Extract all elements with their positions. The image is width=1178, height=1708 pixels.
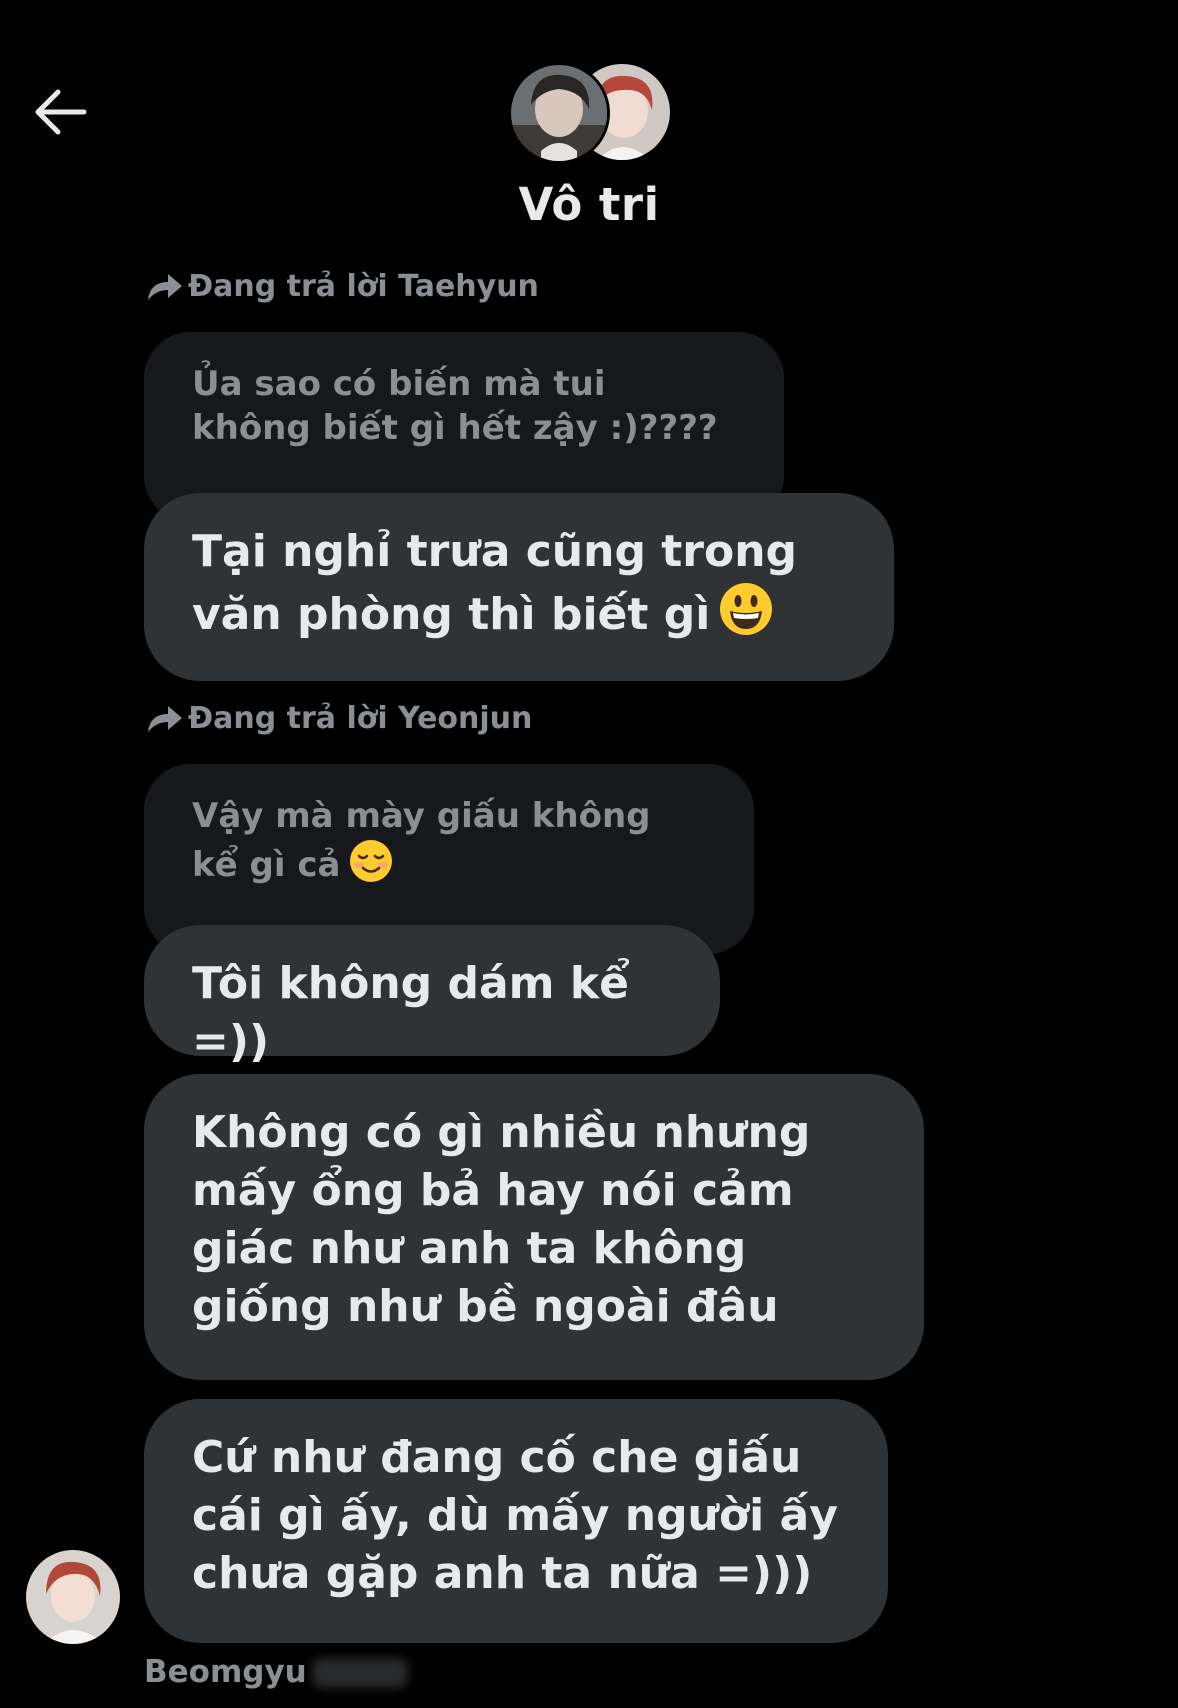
sender-name: Beomgyu (144, 1654, 307, 1690)
arrow-left-icon (35, 89, 87, 135)
reply-arrow-icon (144, 698, 184, 738)
blurred-timestamp (312, 1658, 408, 1688)
group-avatars[interactable] (508, 62, 670, 164)
message-bubble[interactable]: Cứ như đang cố che giấu cái gì ấy, dù mấ… (144, 1399, 888, 1643)
sender-avatar[interactable] (26, 1550, 120, 1644)
reply-label-text: Đang trả lời Yeonjun (188, 700, 533, 736)
message-text: Không có gì nhiều nhưng mấy ổng bả hay n… (192, 1107, 811, 1332)
message-bubble[interactable]: Tại nghỉ trưa cũng trong văn phòng thì b… (144, 493, 894, 681)
grinning-face-emoji (718, 581, 774, 637)
quoted-text: Ủa sao có biến mà tui không biết gì hết … (192, 364, 718, 448)
reply-arrow-icon (144, 266, 184, 306)
message-text: Tại nghỉ trưa cũng trong văn phòng thì b… (192, 526, 798, 640)
reply-label-text: Đang trả lời Taehyun (188, 268, 539, 304)
message-text: Cứ như đang cố che giấu cái gì ấy, dù mấ… (192, 1432, 838, 1599)
reply-label: Đang trả lời Taehyun (144, 266, 539, 306)
reply-label: Đang trả lời Yeonjun (144, 698, 532, 738)
member-avatar-1 (508, 62, 610, 164)
smiling-face-emoji (348, 838, 394, 884)
quoted-text: Vậy mà mày giấu không kể gì cả (192, 796, 651, 885)
message-bubble[interactable]: Tôi không dám kể =)) (144, 925, 720, 1067)
back-button[interactable] (30, 86, 90, 138)
message-bubble[interactable]: Không có gì nhiều nhưng mấy ổng bả hay n… (144, 1074, 924, 1380)
message-text: Tôi không dám kể =)) (192, 958, 629, 1067)
chat-title: Vô tri (518, 178, 660, 231)
